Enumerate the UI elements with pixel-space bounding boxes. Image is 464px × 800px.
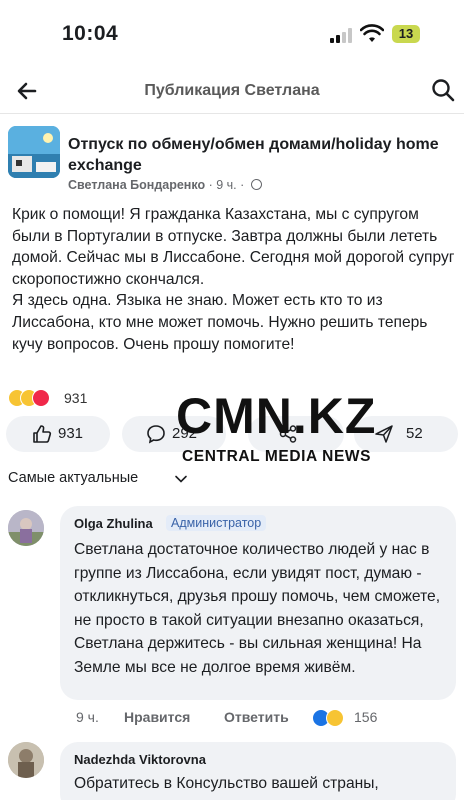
post-meta: Светлана Бондаренко · 9 ч. ·	[68, 178, 262, 192]
comment-author[interactable]: Olga Zhulina	[74, 516, 153, 531]
comment-actions: 9 ч. Нравится Ответить 156	[76, 709, 436, 729]
nav-bar: Публикация Светлана	[0, 68, 464, 114]
thumbs-up-icon	[33, 425, 52, 443]
comments-sort-selector[interactable]: Самые актуальные	[8, 470, 138, 486]
meta-separator: ·	[240, 178, 248, 192]
globe-icon	[250, 179, 262, 190]
comment-author[interactable]: Nadezhda Viktorovna	[74, 752, 206, 767]
status-time: 10:04	[62, 22, 119, 45]
battery-indicator: 13	[392, 25, 420, 43]
avatar[interactable]	[8, 510, 44, 546]
comment-text: Обратитесь в Консульство вашей страны,	[74, 775, 379, 792]
comment-bubble-icon	[147, 425, 165, 444]
love-reaction-icon	[32, 389, 50, 407]
chevron-down-icon[interactable]	[174, 472, 188, 486]
like-count: 931	[58, 425, 84, 442]
search-icon[interactable]	[430, 77, 456, 103]
group-name[interactable]: Отпуск по обмену/обмен домами/holiday ho…	[68, 134, 448, 176]
care-reaction-icon	[326, 709, 344, 727]
post-author[interactable]: Светлана Бондаренко	[68, 178, 205, 192]
comment-reply-button[interactable]: Ответить	[224, 709, 289, 725]
watermark: CMN.KZ CENTRAL MEDIA NEWS	[176, 388, 412, 472]
comment-bubble: Olga Zhulina Администратор Светлана дост…	[60, 506, 456, 700]
watermark-logo: CMN.KZ	[176, 388, 377, 444]
reaction-count: 931	[64, 390, 88, 406]
comment-time[interactable]: 9 ч.	[76, 709, 99, 725]
post-body: Крик о помощи! Я гражданка Казахстана, м…	[12, 204, 456, 355]
wifi-icon	[360, 24, 384, 42]
status-bar: 10:04 13	[0, 0, 464, 64]
cellular-signal-icon	[330, 27, 354, 43]
post-text: Крик о помощи! Я гражданка Казахстана, м…	[12, 206, 455, 353]
avatar[interactable]	[8, 742, 44, 778]
comment-like-button[interactable]: Нравится	[124, 709, 190, 725]
page-title: Публикация Светлана	[144, 82, 320, 99]
comment-reaction-count[interactable]: 156	[354, 709, 377, 725]
group-avatar[interactable]	[8, 126, 60, 178]
like-button[interactable]: 931	[6, 416, 110, 452]
comment-text: Светлана достаточное количество людей у …	[74, 541, 441, 676]
comment-bubble: Nadezhda Viktorovna Обратитесь в Консуль…	[60, 742, 456, 800]
admin-badge: Администратор	[166, 515, 267, 531]
post-time[interactable]: 9 ч.	[216, 178, 236, 192]
watermark-subtitle: CENTRAL MEDIA NEWS	[182, 448, 372, 465]
